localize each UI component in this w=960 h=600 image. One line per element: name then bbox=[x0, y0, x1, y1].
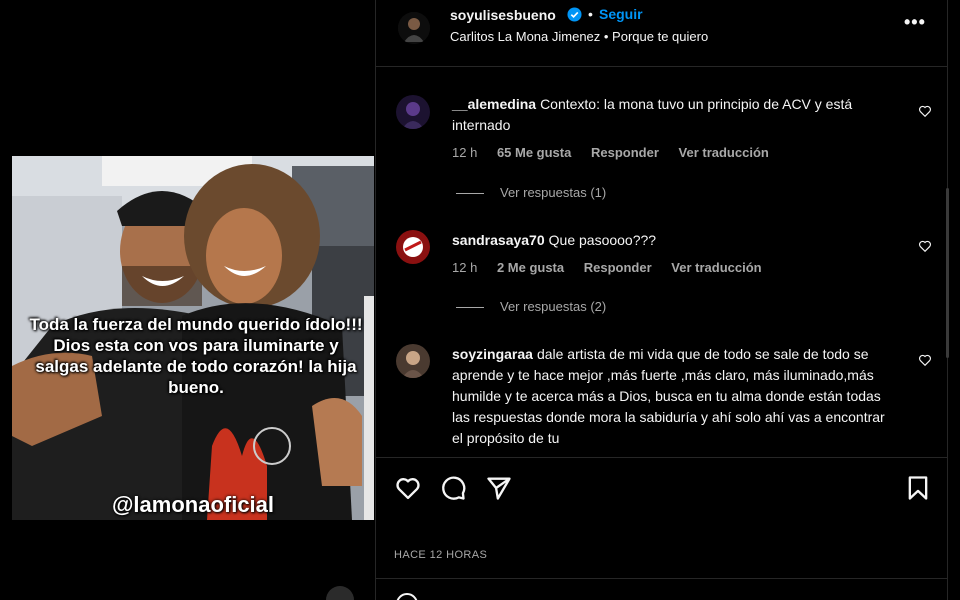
comment-time[interactable]: 12 h bbox=[452, 260, 477, 275]
translate-button[interactable]: Ver traducción bbox=[671, 260, 761, 275]
post-side-panel: soyulisesbueno • Seguir Carlitos La Mona… bbox=[375, 0, 949, 600]
comment-username[interactable]: sandrasaya70 bbox=[452, 232, 545, 248]
comments-scrollbar[interactable] bbox=[946, 188, 949, 358]
post-header: soyulisesbueno • Seguir Carlitos La Mona… bbox=[376, 0, 948, 67]
comment-avatar-image bbox=[396, 344, 430, 378]
author-avatar[interactable] bbox=[398, 12, 430, 44]
comment-meta: 12 h 2 Me gusta Responder Ver traducción bbox=[452, 260, 778, 275]
more-options-icon[interactable]: ••• bbox=[904, 12, 926, 33]
comment-icon[interactable] bbox=[439, 474, 467, 502]
comment-like-icon[interactable] bbox=[918, 239, 932, 253]
author-username[interactable]: soyulisesbueno bbox=[450, 6, 556, 24]
reply-button[interactable]: Responder bbox=[584, 260, 652, 275]
comment-body: soyzingaraa dale artista de mi vida que d… bbox=[452, 344, 892, 449]
post-overlay-handle: @lamonaoficial bbox=[111, 492, 275, 517]
add-comment-bar bbox=[376, 578, 948, 600]
post-overlay-caption: Toda la fuerza del mundo querido ídolo!!… bbox=[29, 315, 363, 397]
comment-avatar[interactable] bbox=[396, 95, 430, 129]
comment-avatar-image bbox=[396, 95, 430, 129]
view-replies-label: Ver respuestas (2) bbox=[500, 299, 607, 314]
comment-text: Que pasoooo??? bbox=[548, 232, 657, 248]
comment-like-icon[interactable] bbox=[918, 104, 932, 118]
reply-button[interactable]: Responder bbox=[591, 145, 659, 160]
replies-line bbox=[456, 193, 484, 195]
verified-badge-icon bbox=[567, 7, 582, 22]
comment-avatar[interactable] bbox=[396, 230, 430, 264]
comment-likes[interactable]: 2 Me gusta bbox=[497, 260, 564, 275]
comments-list: __alemedina Contexto: la mona tuvo un pri… bbox=[376, 68, 948, 457]
replies-line bbox=[456, 307, 484, 309]
view-replies-button[interactable]: Ver respuestas (2) bbox=[456, 299, 606, 314]
view-replies-button[interactable]: Ver respuestas (1) bbox=[456, 185, 606, 200]
post-timestamp[interactable]: HACE 12 HORAS bbox=[394, 549, 487, 561]
follow-button[interactable]: Seguir bbox=[599, 6, 643, 22]
translate-button[interactable]: Ver traducción bbox=[679, 145, 769, 160]
comment-like-icon[interactable] bbox=[918, 353, 932, 367]
comment-username[interactable]: soyzingaraa bbox=[452, 346, 533, 362]
comment-meta: 12 h 65 Me gusta Responder Ver traducció… bbox=[452, 145, 785, 160]
author-avatar-image bbox=[398, 12, 430, 44]
view-replies-label: Ver respuestas (1) bbox=[500, 185, 607, 200]
bookmark-icon[interactable] bbox=[904, 474, 932, 502]
comment-avatar-image bbox=[396, 230, 430, 264]
comment-body: __alemedina Contexto: la mona tuvo un pri… bbox=[452, 94, 892, 136]
comment-body: sandrasaya70 Que pasoooo??? bbox=[452, 230, 892, 251]
post-image[interactable]: Toda la fuerza del mundo querido ídolo!!… bbox=[12, 156, 374, 520]
comment-avatar[interactable] bbox=[396, 344, 430, 378]
header-separator: • bbox=[588, 6, 593, 22]
post-actions-bar bbox=[376, 457, 948, 527]
comment-username[interactable]: __alemedina bbox=[452, 96, 536, 112]
comment-likes[interactable]: 65 Me gusta bbox=[497, 145, 571, 160]
audio-track-link[interactable]: Carlitos La Mona Jimenez • Porque te qui… bbox=[450, 29, 708, 44]
media-tag-button[interactable] bbox=[326, 586, 354, 600]
heart-icon[interactable] bbox=[394, 474, 422, 502]
emoji-icon[interactable] bbox=[396, 593, 418, 600]
comment-time[interactable]: 12 h bbox=[452, 145, 477, 160]
send-icon[interactable] bbox=[485, 474, 513, 502]
